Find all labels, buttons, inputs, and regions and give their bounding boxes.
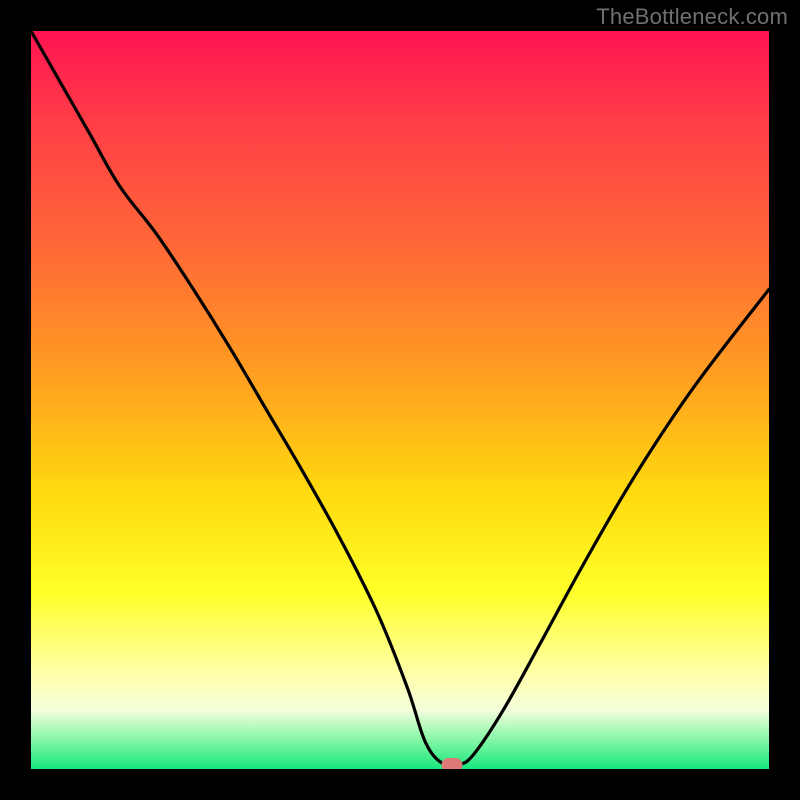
bottleneck-curve (31, 31, 769, 769)
optimal-marker (441, 758, 462, 769)
chart-frame: TheBottleneck.com (0, 0, 800, 800)
plot-area (31, 31, 769, 769)
watermark-text: TheBottleneck.com (596, 4, 788, 30)
